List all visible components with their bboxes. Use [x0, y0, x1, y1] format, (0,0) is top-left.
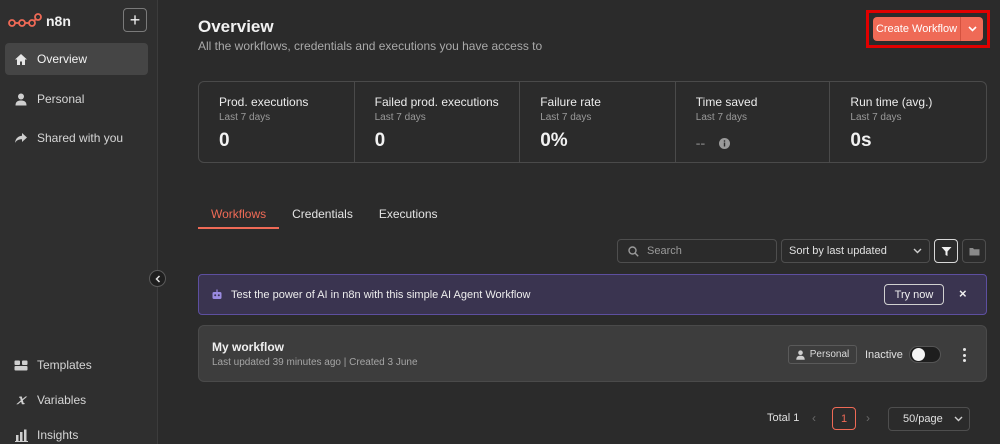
stat-period: Last 7 days	[695, 112, 747, 123]
more-options-icon[interactable]	[959, 346, 969, 364]
sidebar-item-label: Templates	[37, 358, 92, 372]
sidebar-item-label: Overview	[37, 52, 88, 66]
toggle-knob	[912, 348, 925, 361]
main-content: Overview All the workflows, credentials …	[159, 0, 1000, 444]
new-button[interactable]: +	[123, 8, 147, 32]
create-workflow-button[interactable]: Create Workflow	[873, 17, 961, 41]
page-number[interactable]: 1	[832, 407, 856, 430]
try-now-button[interactable]: Try now	[884, 284, 944, 305]
sidebar: n8n + Overview Personal Shared with you …	[0, 0, 158, 444]
banner-text: Test the power of AI in n8n with this si…	[231, 288, 531, 301]
overview-tabs: Workflows Credentials Executions	[198, 207, 451, 229]
chevron-down-icon	[954, 416, 963, 422]
sidebar-item-overview[interactable]: Overview	[5, 43, 148, 75]
owner-badge: Personal	[788, 345, 857, 364]
chevron-left-icon	[154, 274, 160, 283]
workflow-name[interactable]: My workflow	[212, 340, 284, 354]
total-count: Total 1	[767, 412, 800, 424]
active-toggle[interactable]	[909, 346, 941, 363]
stat-title: Run time (avg.)	[850, 95, 933, 109]
robot-icon	[212, 289, 222, 299]
filter-icon	[941, 246, 951, 256]
sidebar-item-templates[interactable]: Templates	[5, 349, 148, 381]
page-title: Overview	[198, 17, 274, 36]
stat-value: 0s	[850, 130, 872, 151]
new-folder-button[interactable]	[962, 239, 986, 263]
stat-title: Prod. executions	[219, 95, 309, 109]
insights-summary: Prod. executions Last 7 days 0 Failed pr…	[198, 81, 987, 163]
sidebar-item-personal[interactable]: Personal	[5, 83, 148, 115]
stat-failure-rate[interactable]: Failure rate Last 7 days 0%	[520, 82, 676, 162]
stat-period: Last 7 days	[850, 112, 902, 123]
stat-title: Failure rate	[540, 95, 601, 109]
stat-title: Failed prod. executions	[374, 95, 499, 109]
stat-time-saved[interactable]: Time saved Last 7 days --	[676, 82, 831, 162]
tab-credentials[interactable]: Credentials	[279, 207, 366, 229]
templates-icon	[13, 357, 29, 373]
sort-select[interactable]: Sort by last updated	[781, 239, 930, 263]
stat-period: Last 7 days	[374, 112, 426, 123]
sidebar-item-label: Insights	[37, 428, 79, 442]
stat-period: Last 7 days	[540, 112, 592, 123]
pagination: Total 1 ‹ 1 › 50/page	[159, 407, 1000, 431]
page-size-value: 50/page	[903, 413, 943, 425]
stat-period: Last 7 days	[219, 112, 271, 123]
home-icon	[13, 51, 29, 67]
stat-failed-executions[interactable]: Failed prod. executions Last 7 days 0	[355, 82, 521, 162]
tab-executions[interactable]: Executions	[366, 207, 451, 229]
search-input[interactable]	[647, 245, 767, 257]
sidebar-item-label: Variables	[37, 393, 87, 407]
n8n-logo-icon	[8, 13, 42, 27]
stat-value: --	[695, 135, 706, 151]
create-workflow-button-group: Create Workflow	[873, 17, 983, 41]
sidebar-item-shared[interactable]: Shared with you	[5, 122, 148, 154]
chevron-down-icon	[913, 248, 922, 254]
tab-workflows[interactable]: Workflows	[198, 207, 280, 229]
create-workflow-dropdown[interactable]	[961, 17, 983, 41]
sidebar-item-variables[interactable]: 𝑥 Variables	[5, 384, 148, 416]
search-box	[617, 239, 777, 263]
brand-name: n8n	[46, 13, 71, 29]
info-icon[interactable]	[719, 137, 731, 149]
ai-template-banner: Test the power of AI in n8n with this si…	[198, 274, 987, 315]
user-icon	[796, 349, 805, 360]
stat-value: 0	[219, 130, 230, 151]
user-icon	[13, 91, 29, 107]
sort-value: Sort by last updated	[789, 245, 887, 257]
stat-value-row: --	[696, 135, 830, 151]
folder-icon	[969, 247, 979, 255]
create-workflow-highlight: Create Workflow	[866, 10, 990, 48]
filter-button[interactable]	[934, 239, 958, 263]
workflow-meta: Last updated 39 minutes ago | Created 3 …	[212, 357, 418, 368]
search-icon	[628, 245, 639, 257]
stat-title: Time saved	[695, 95, 758, 109]
insights-icon	[13, 427, 29, 443]
chevron-down-icon	[967, 26, 977, 32]
share-icon	[13, 130, 29, 146]
stat-run-time[interactable]: Run time (avg.) Last 7 days 0s	[830, 82, 986, 162]
prev-page-icon[interactable]: ‹	[812, 411, 816, 425]
close-icon[interactable]: ×	[959, 286, 967, 301]
plus-icon: +	[129, 10, 141, 30]
workflow-status: Inactive	[865, 349, 903, 361]
workflow-card[interactable]: My workflow Last updated 39 minutes ago …	[198, 325, 987, 382]
page-size-select[interactable]: 50/page	[888, 407, 970, 431]
page-subtitle: All the workflows, credentials and execu…	[198, 39, 543, 53]
stat-value: 0	[374, 130, 386, 151]
owner-label: Personal	[809, 349, 850, 360]
sidebar-item-label: Shared with you	[37, 131, 124, 145]
n8n-logo[interactable]: n8n	[8, 9, 71, 33]
next-page-icon[interactable]: ›	[866, 411, 870, 425]
sidebar-collapse-button[interactable]	[149, 270, 166, 287]
sidebar-item-label: Personal	[37, 92, 85, 106]
variables-icon: 𝑥	[17, 392, 25, 408]
stat-value: 0%	[540, 130, 568, 151]
sidebar-item-insights[interactable]: Insights	[5, 419, 148, 444]
stat-prod-executions[interactable]: Prod. executions Last 7 days 0	[199, 82, 355, 162]
